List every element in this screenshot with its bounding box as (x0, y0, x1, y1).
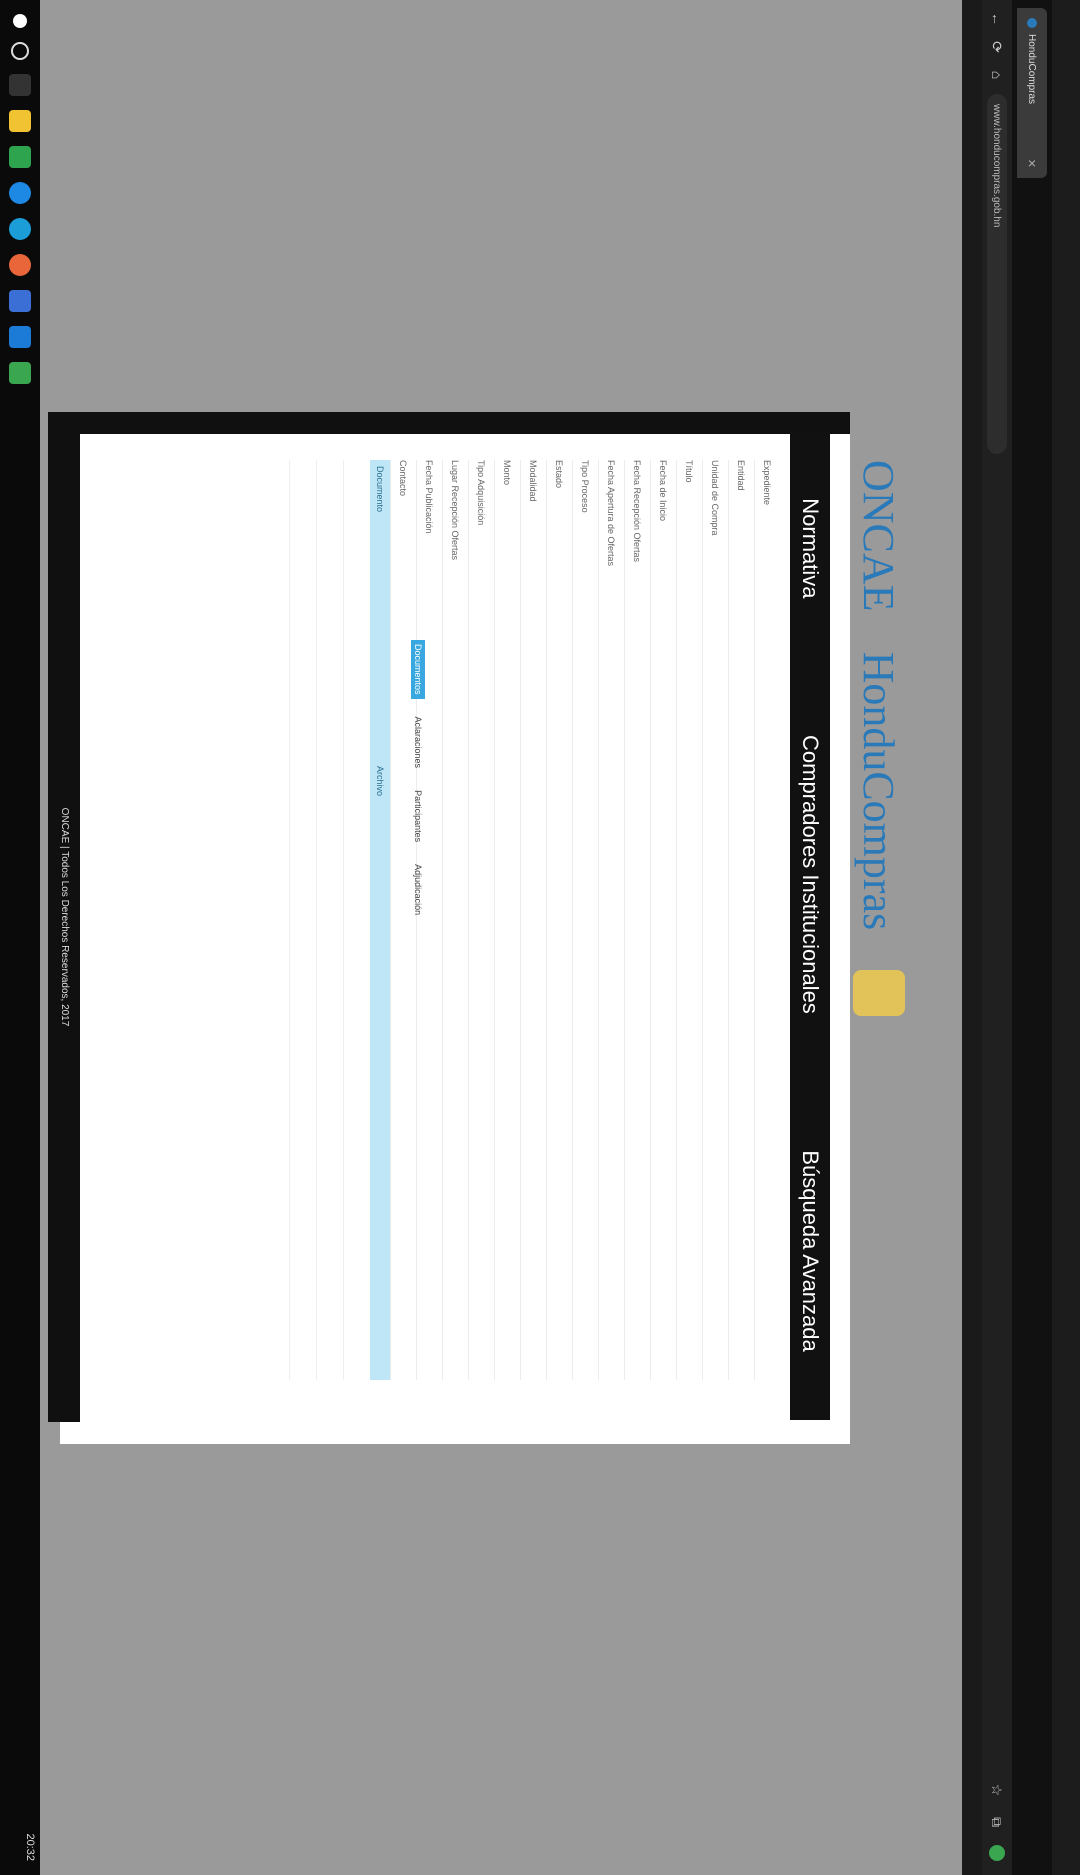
honducompras-logo: HonduCompras (854, 651, 904, 931)
taskbar-clock[interactable]: 20:32 (24, 1833, 36, 1861)
table-row: Unidad de Compra (702, 460, 728, 1380)
row-label: Unidad de Compra (710, 460, 721, 536)
home-icon[interactable]: ⌂ (989, 66, 1005, 84)
favicon-icon (1027, 18, 1037, 28)
documents-header: Documento Archivo (370, 460, 390, 1380)
file-explorer-icon[interactable] (9, 110, 31, 132)
browser-tab-strip: HonduCompras ✕ (1012, 0, 1052, 1875)
table-row: Fecha Publicación (416, 460, 442, 1380)
row-label: Fecha Publicación (424, 460, 435, 534)
site-footer: ONCAE | Todos Los Derechos Reservados, 2… (48, 412, 80, 1422)
excel-icon[interactable] (9, 362, 31, 384)
nav-compradores[interactable]: Compradores Institucionales (797, 735, 823, 1014)
row-label: Fecha de Inicio (658, 460, 669, 522)
address-bar: ← ⟳ ⌂ www.honducompras.gob.hn (982, 0, 1012, 1875)
table-row: Fecha Recepción Ofertas (624, 460, 650, 1380)
table-row: Fecha Apertura de Ofertas (598, 460, 624, 1380)
table-row: Estado (546, 460, 572, 1380)
crest-icon (853, 970, 905, 1017)
table-row: Tipo Proceso (572, 460, 598, 1380)
table-row[interactable] (289, 460, 316, 1380)
edge-icon[interactable] (9, 218, 31, 240)
outlook-icon[interactable] (9, 326, 31, 348)
row-label: Expediente (762, 460, 773, 506)
table-row: Tipo Adquisición (468, 460, 494, 1380)
browser-tab-title: HonduCompras (1026, 34, 1038, 105)
url-input[interactable]: www.honducompras.gob.hn (987, 94, 1007, 454)
table-row[interactable] (343, 460, 370, 1380)
row-label: Tipo Proceso (580, 460, 591, 513)
screen: HonduCompras ✕ ← ⟳ ⌂ www.honducompras.go… (0, 0, 1080, 1875)
windows-start-icon[interactable] (13, 14, 27, 28)
site-header: ONCAE HonduCompras (853, 460, 905, 1017)
row-label: Entidad (736, 460, 747, 491)
clock-time: 20:32 (24, 1833, 36, 1861)
skype-icon[interactable] (9, 182, 31, 204)
row-label: Estado (554, 460, 565, 489)
profile-avatar[interactable] (989, 1845, 1005, 1861)
browser-toolbar-right: ☆ ⧉ (982, 1781, 1012, 1861)
nav-busqueda[interactable]: Búsqueda Avanzada (797, 1150, 823, 1351)
tab-adjudicacion[interactable]: Adjudicación (411, 860, 425, 919)
nav-normativa[interactable]: Normativa (797, 498, 823, 598)
bookmarks-bar (962, 0, 982, 1875)
extensions-icon[interactable]: ⧉ (989, 1813, 1006, 1831)
store-icon[interactable] (9, 146, 31, 168)
row-label: Tipo Adquisición (476, 460, 487, 526)
table-row: Modalidad (520, 460, 546, 1380)
table-row: Lugar Recepción Ofertas (442, 460, 468, 1380)
browser-tab[interactable]: HonduCompras ✕ (1017, 8, 1047, 178)
documents-table: Documento Archivo (289, 460, 390, 1380)
row-label: Contacto (398, 460, 409, 497)
process-details-table: Expediente Entidad Unidad de Compra Títu… (390, 460, 780, 1380)
reload-icon[interactable]: ⟳ (989, 38, 1006, 56)
tab-documentos[interactable]: Documentos (411, 640, 425, 699)
task-view-icon[interactable] (9, 74, 31, 96)
row-label: Título (684, 460, 695, 483)
table-row: Fecha de Inicio (650, 460, 676, 1380)
document-tabs: Documentos Aclaraciones Participantes Ad… (411, 640, 425, 919)
row-label: Modalidad (528, 460, 539, 502)
row-label: Monto (502, 460, 513, 486)
column-header: Archivo (375, 766, 385, 797)
table-row[interactable] (316, 460, 343, 1380)
oncae-logo: ONCAE (854, 460, 904, 612)
tab-participantes[interactable]: Participantes (411, 786, 425, 846)
tab-aclaraciones[interactable]: Aclaraciones (411, 713, 425, 773)
table-row: Contacto (390, 460, 416, 1380)
row-label: Lugar Recepción Ofertas (450, 460, 461, 561)
site-nav: Normativa Compradores Institucionales Bú… (790, 430, 830, 1420)
taskbar (0, 0, 40, 1875)
chrome-icon[interactable] (9, 254, 31, 276)
close-tab-icon[interactable]: ✕ (1026, 159, 1039, 168)
star-icon[interactable]: ☆ (989, 1781, 1006, 1799)
table-row: Título (676, 460, 702, 1380)
column-header: Documento (375, 466, 385, 513)
table-row: Monto (494, 460, 520, 1380)
table-row: Expediente (754, 460, 780, 1380)
row-label: Fecha Apertura de Ofertas (606, 460, 617, 567)
search-icon[interactable] (11, 42, 29, 60)
window-titlebar (1052, 0, 1080, 1875)
table-row: Entidad (728, 460, 754, 1380)
word-icon[interactable] (9, 290, 31, 312)
row-label: Fecha Recepción Ofertas (632, 460, 643, 563)
back-icon[interactable]: ← (989, 10, 1005, 28)
